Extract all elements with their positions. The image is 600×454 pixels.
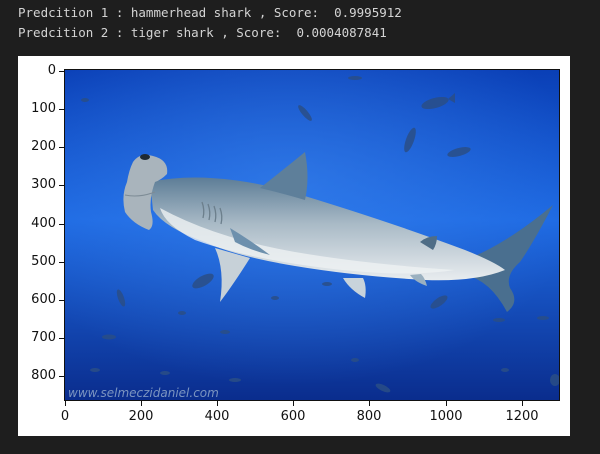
y-tick	[59, 376, 64, 377]
prediction-line-2: Predcition 2 : tiger shark , Score: 0.00…	[18, 25, 387, 40]
y-tick	[59, 185, 64, 186]
y-tick-label: 100	[31, 101, 56, 116]
x-tick-label: 1000	[429, 409, 463, 424]
y-tick	[59, 262, 64, 263]
x-tick	[65, 401, 66, 406]
y-tick	[59, 300, 64, 301]
x-tick-label: 400	[204, 409, 230, 424]
x-tick-label: 0	[60, 409, 70, 424]
shark-photo: www.selmeczidaniel.com	[65, 70, 559, 400]
x-tick	[217, 401, 218, 406]
figure: www.selmeczidaniel.com 0 100 200 300 400…	[18, 56, 570, 436]
y-tick-label: 200	[31, 139, 56, 154]
y-tick-label: 500	[31, 254, 56, 269]
y-tick-label: 800	[31, 368, 56, 383]
prediction-line-1: Predcition 1 : hammerhead shark , Score:…	[18, 5, 402, 20]
y-tick	[59, 109, 64, 110]
y-tick-label: 300	[31, 177, 56, 192]
x-tick-label: 200	[128, 409, 154, 424]
x-tick-label: 600	[280, 409, 306, 424]
x-tick	[141, 401, 142, 406]
y-tick	[59, 224, 64, 225]
y-tick-label: 600	[31, 292, 56, 307]
x-tick-label: 1200	[505, 409, 539, 424]
y-tick-label: 0	[47, 63, 56, 78]
x-tick-label: 800	[356, 409, 382, 424]
cell-output: Predcition 1 : hammerhead shark , Score:…	[18, 3, 402, 43]
y-tick	[59, 71, 64, 72]
y-tick-label: 400	[31, 216, 56, 231]
y-tick	[59, 147, 64, 148]
y-tick	[59, 338, 64, 339]
x-tick	[369, 401, 370, 406]
image-plot: www.selmeczidaniel.com	[64, 69, 560, 401]
y-tick-label: 700	[31, 330, 56, 345]
x-tick	[522, 401, 523, 406]
x-tick	[446, 401, 447, 406]
watermark: www.selmeczidaniel.com	[68, 386, 219, 400]
x-tick	[293, 401, 294, 406]
